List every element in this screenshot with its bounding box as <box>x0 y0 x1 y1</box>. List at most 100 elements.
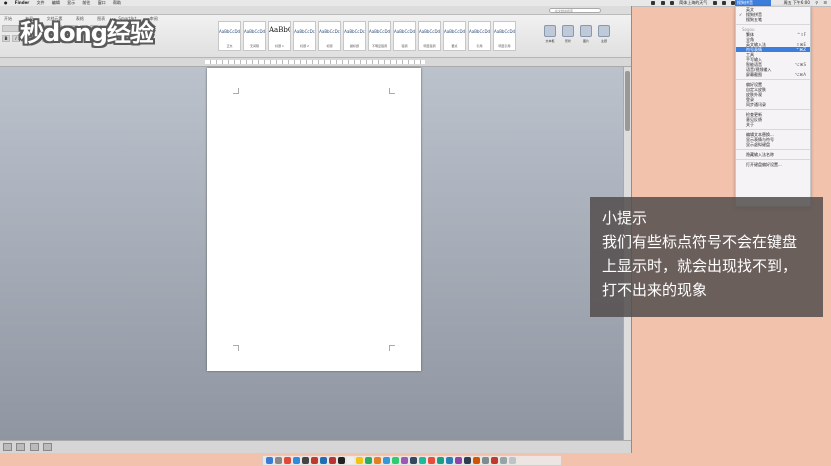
status-icon[interactable] <box>660 1 665 5</box>
style-11[interactable]: AaBbCcDdE 明显引用 <box>493 21 516 51</box>
volume-icon[interactable] <box>721 1 726 5</box>
tip-line: 打不出来的现象 <box>602 281 708 299</box>
dock-app-icon[interactable] <box>419 457 426 464</box>
style-1[interactable]: AaBbCcDdE 无间隔 <box>243 21 266 51</box>
theme-label: 主题 <box>600 39 607 43</box>
ime-menu-item[interactable]: 搜狗五笔 <box>736 17 810 22</box>
style-7[interactable]: AaBbCcDdE 强调 <box>393 21 416 51</box>
style-sample: AaBbCcDc <box>294 29 315 34</box>
menu-separator <box>736 149 810 150</box>
style-9[interactable]: AaBbCcDdE 要点 <box>443 21 466 51</box>
dock-app-icon[interactable] <box>491 457 498 464</box>
status-icon[interactable] <box>651 1 656 5</box>
apple-icon[interactable]: ● <box>4 0 8 5</box>
style-sample: AaBbCcDc <box>344 29 365 34</box>
dock-app-icon[interactable] <box>356 457 363 464</box>
ime-menu-item[interactable]: 打开键盘偏好设置... <box>736 162 810 167</box>
textbox-button[interactable]: 文本框 <box>542 23 558 51</box>
weather-status[interactable]: 简体上海的天气 <box>679 0 707 5</box>
menu-file[interactable]: 文件 <box>37 0 45 5</box>
spotlight-icon[interactable]: ⚲ <box>815 0 818 5</box>
style-sample: AaBbCcDc <box>319 29 340 34</box>
style-5[interactable]: AaBbCcDc 副标题 <box>343 21 366 51</box>
bold-icon[interactable]: B <box>2 35 10 42</box>
dock-app-icon[interactable] <box>464 457 471 464</box>
style-3[interactable]: AaBbCcDc 标题 2 <box>293 21 316 51</box>
watermark-logo: 秒dong经验 <box>20 19 154 47</box>
print-layout-icon[interactable] <box>29 443 39 451</box>
document-page[interactable] <box>207 68 421 371</box>
clock[interactable]: 周五 下午6:00 <box>784 0 810 5</box>
picture-button[interactable]: 图片 <box>578 23 594 51</box>
dock-app-icon[interactable] <box>437 457 444 464</box>
search-input[interactable]: 在文档中搜索 <box>549 8 601 13</box>
ruler-scale <box>205 60 425 64</box>
menu-go[interactable]: 前往 <box>82 0 90 5</box>
document-area <box>0 67 631 440</box>
tab-home[interactable]: 开始 <box>4 16 12 21</box>
wifi-icon[interactable] <box>712 1 717 5</box>
style-name: 不明显强调 <box>371 44 387 48</box>
dock-app-icon[interactable] <box>473 457 480 464</box>
menu-view[interactable]: 显示 <box>67 0 75 5</box>
draft-view-icon[interactable] <box>3 443 12 451</box>
menu-window[interactable]: 窗口 <box>98 0 106 5</box>
menu-app-name[interactable]: Finder <box>15 0 30 5</box>
dock-app-icon[interactable] <box>329 457 336 464</box>
word-window: 在文档中搜索 开始 布局 文档元素 表格 图表 SmartArt 审阅 B I … <box>0 6 632 453</box>
picture-label: 图片 <box>582 39 589 43</box>
scroll-thumb[interactable] <box>625 71 630 131</box>
dock-app-icon[interactable] <box>428 457 435 464</box>
style-name: 正文 <box>226 44 233 48</box>
style-name: 无间隔 <box>249 44 259 48</box>
menu-item-label: 打开键盘偏好设置... <box>746 162 782 167</box>
menu-item-label: 搜狗五笔 <box>746 17 762 22</box>
menu-help[interactable]: 帮助 <box>113 0 121 5</box>
dock-app-icon[interactable] <box>374 457 381 464</box>
style-6[interactable]: AaBbCcDdE 不明显强调 <box>368 21 391 51</box>
style-0[interactable]: AaBbCcDdE 正文 <box>218 21 241 51</box>
style-8[interactable]: AaBbCcDdE 明显强调 <box>418 21 441 51</box>
shape-button[interactable]: 形状 <box>560 23 576 51</box>
ime-dropdown-menu: 英文 ✓ 搜狗拼音 搜狗五笔 Sogou 繁体 ^⇧F 全角 英文输入法 ⇧⌘E 符号表情 ⌃⌘Z 工具… <box>735 6 811 207</box>
ime-menu-item[interactable]: 隐藏输入法名称 <box>736 152 810 157</box>
ruler[interactable] <box>0 58 631 67</box>
dock-app-icon[interactable] <box>401 457 408 464</box>
status-icon[interactable] <box>669 1 674 5</box>
dock-app-icon[interactable] <box>293 457 300 464</box>
menu-item-shortcut: ⌥⌘A <box>794 72 806 77</box>
dock-app-icon[interactable] <box>338 457 345 464</box>
notification-icon[interactable]: ☰ <box>823 0 827 5</box>
focus-view-icon[interactable] <box>42 443 52 451</box>
style-2[interactable]: AaBbC 标题 1 <box>268 21 291 51</box>
dock-app-icon[interactable] <box>455 457 462 464</box>
dock-app-icon[interactable] <box>365 457 372 464</box>
dock-app-icon[interactable] <box>482 457 489 464</box>
dock-app-icon[interactable] <box>311 457 318 464</box>
dock-app-icon[interactable] <box>284 457 291 464</box>
dock-app-icon[interactable] <box>410 457 417 464</box>
style-10[interactable]: AaBbCcDdE 引用 <box>468 21 491 51</box>
menu-separator <box>736 24 810 25</box>
ime-menu-item[interactable]: 显示虚拟键盘 <box>736 142 810 147</box>
ime-menu-item[interactable]: 同步通讯录 <box>736 102 810 107</box>
dock-app-icon[interactable] <box>392 457 399 464</box>
ime-menu-item[interactable]: 关于 <box>736 122 810 127</box>
dock-app-icon[interactable] <box>446 457 453 464</box>
dock-app-icon[interactable] <box>347 457 354 464</box>
dock-app-icon[interactable] <box>302 457 309 464</box>
style-name: 副标题 <box>349 44 359 48</box>
dock-app-icon[interactable] <box>383 457 390 464</box>
shape-label: 形状 <box>564 39 571 43</box>
theme-button[interactable]: 主题 <box>596 23 612 51</box>
dock-app-icon[interactable] <box>266 457 273 464</box>
dock-app-icon[interactable] <box>320 457 327 464</box>
outline-view-icon[interactable] <box>16 443 26 451</box>
dock-app-icon[interactable] <box>275 457 282 464</box>
menu-edit[interactable]: 编辑 <box>52 0 60 5</box>
ime-menu-item[interactable]: 屏幕截图 ⌥⌘A <box>736 72 810 77</box>
italic-icon[interactable]: I <box>12 35 20 42</box>
style-4[interactable]: AaBbCcDc 标题 <box>318 21 341 51</box>
dock-app-icon[interactable] <box>500 457 507 464</box>
dock-app-icon[interactable] <box>509 457 516 464</box>
